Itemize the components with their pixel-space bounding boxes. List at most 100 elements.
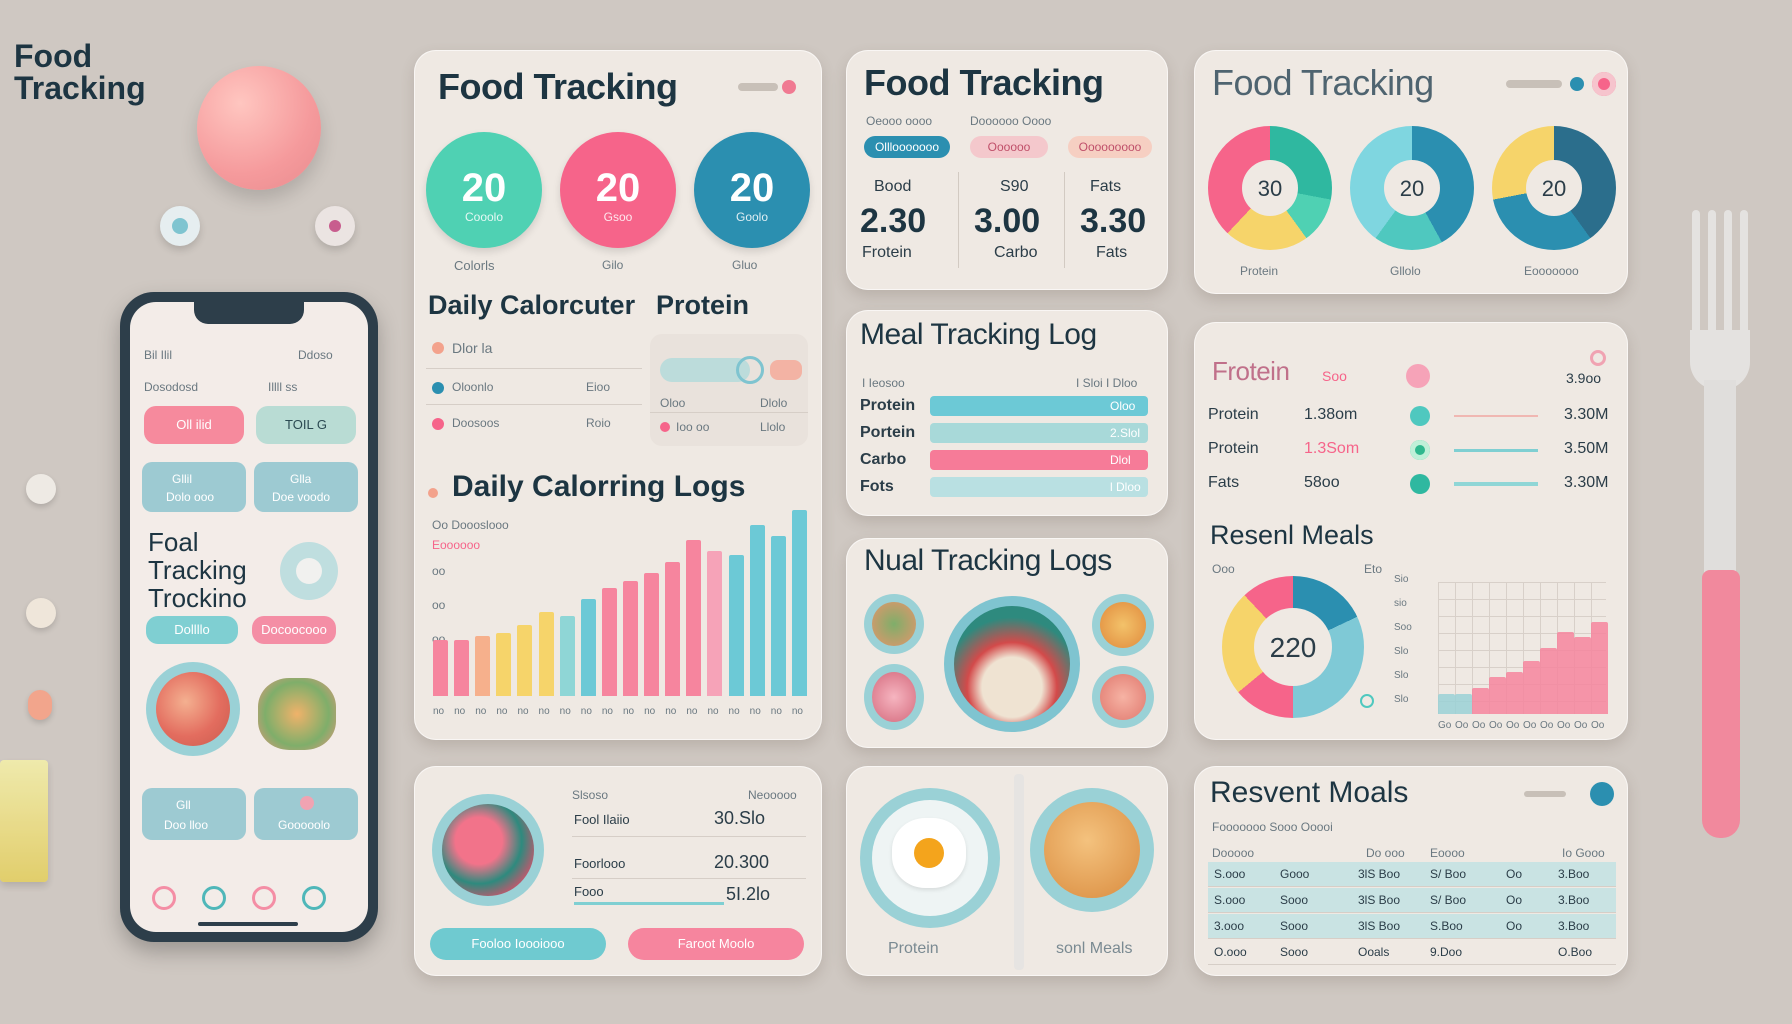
phone-nav-home-icon[interactable] bbox=[152, 886, 176, 910]
summary-pill-2[interactable]: Oooooo bbox=[970, 136, 1048, 158]
daily-row-1-label[interactable]: Dlor la bbox=[452, 340, 492, 356]
summary-tab-2[interactable]: Doooooo bbox=[970, 114, 1019, 128]
phone-pill-2[interactable]: Docoocooo bbox=[252, 616, 336, 644]
table-row[interactable]: S.ooo Gooo 3lS Boo S/ Boo Oo 3.Boo bbox=[1208, 862, 1616, 887]
summary-tab-3[interactable]: Oooo bbox=[1022, 114, 1051, 128]
entries-row-2-label[interactable]: Foorlooo bbox=[574, 856, 625, 871]
table-cell: 3lS Boo bbox=[1358, 867, 1401, 881]
protein-row-1-value: Dlolo bbox=[760, 396, 788, 410]
logs-x-tick: no bbox=[770, 706, 782, 717]
recent-bar[interactable] bbox=[1523, 661, 1540, 714]
logs-bar[interactable] bbox=[517, 625, 533, 696]
entries-button-1[interactable]: Fooloo Ioooiooo bbox=[430, 928, 606, 960]
phone-status-left: Bil Ilil bbox=[144, 348, 173, 362]
phone-bottom-card-2-icon bbox=[300, 796, 314, 810]
sugar-stat-circle[interactable]: 20 Gsoo bbox=[560, 132, 676, 248]
phone-nav-stats-icon[interactable] bbox=[202, 886, 226, 910]
recent-bar[interactable] bbox=[1574, 637, 1591, 714]
phone-check-icon[interactable] bbox=[280, 542, 338, 600]
goal-stat-circle[interactable]: 20 Goolo bbox=[694, 132, 810, 248]
logs-bar[interactable] bbox=[644, 573, 660, 696]
table-cell: Oo bbox=[1506, 893, 1523, 907]
recent-meals-donut[interactable]: 220 bbox=[1222, 576, 1364, 718]
phone-nav-log-icon[interactable] bbox=[252, 886, 276, 910]
logs-bar[interactable] bbox=[791, 510, 807, 696]
logs-bar[interactable] bbox=[454, 640, 470, 696]
recent-bar[interactable] bbox=[1489, 677, 1506, 714]
phone-bottom-card-1[interactable]: Gll Doo lloo bbox=[142, 788, 246, 840]
table-cell: Ooals bbox=[1358, 945, 1390, 959]
recent-bar-y-axis: Sio sio Soo Slo Slo Slo bbox=[1394, 574, 1420, 714]
recent-bar[interactable] bbox=[1557, 632, 1574, 714]
daily-row-2-label[interactable]: Oloonlo bbox=[452, 380, 493, 394]
logs-bar[interactable] bbox=[433, 640, 448, 696]
logs-bar[interactable] bbox=[475, 636, 491, 696]
recent-meals-controls[interactable] bbox=[1524, 782, 1614, 806]
fork-center-decoration bbox=[1014, 774, 1024, 970]
summary-tab-1[interactable]: Oeooo oooo bbox=[866, 114, 932, 128]
phone-button-1[interactable]: Oll ilid bbox=[144, 406, 244, 444]
recent-bar[interactable] bbox=[1540, 648, 1557, 714]
table-row[interactable]: O.ooo Sooo Ooals 9.Doo O.Boo bbox=[1208, 940, 1616, 965]
plate-right-label: sonl Meals bbox=[1056, 940, 1133, 957]
logs-bar[interactable] bbox=[749, 524, 765, 696]
phone-card-2[interactable]: Glla Doe voodo bbox=[254, 462, 358, 512]
logs-x-tick: no bbox=[433, 706, 445, 717]
recent-bar[interactable] bbox=[1455, 694, 1472, 714]
logs-bar[interactable] bbox=[496, 632, 512, 696]
recent-bar[interactable] bbox=[1472, 687, 1489, 714]
small-bowl-fruit-image bbox=[864, 664, 924, 730]
table-row[interactable]: S.ooo Sooo 3lS Boo S/ Boo Oo 3.Boo bbox=[1208, 888, 1616, 913]
phone-pill-1[interactable]: Dollllo bbox=[146, 616, 238, 644]
recent-x-tick: Oo bbox=[1523, 720, 1537, 731]
calories-value: 20 bbox=[461, 166, 507, 210]
entries-button-2[interactable]: Faroot Moolo bbox=[628, 928, 804, 960]
logs-bar[interactable] bbox=[686, 539, 702, 696]
entries-row-3-label[interactable]: Fooo bbox=[574, 884, 604, 899]
logs-bar[interactable] bbox=[538, 612, 554, 696]
logs-x-tick: no bbox=[665, 706, 677, 717]
small-bowl-meat-image bbox=[1092, 666, 1154, 728]
logs-bar[interactable] bbox=[770, 536, 786, 696]
macro-close-icon[interactable] bbox=[1590, 350, 1606, 366]
protein-panel: Oloo Dlolo Ioo oo Llolo bbox=[650, 334, 808, 446]
logs-bar[interactable] bbox=[623, 580, 638, 696]
phone-bottom-card-2[interactable]: Gooooolo bbox=[254, 788, 358, 840]
macro-row-3-icon bbox=[1410, 474, 1430, 494]
third-donut[interactable]: 20 bbox=[1492, 126, 1616, 250]
bread-plate-image bbox=[1030, 788, 1154, 912]
protein-chip[interactable] bbox=[770, 360, 802, 380]
recent-bar[interactable] bbox=[1438, 694, 1455, 714]
macro-row-2[interactable]: Protein 1.3Som 3.50M bbox=[1208, 434, 1616, 466]
phone-button-2[interactable]: TOIL G bbox=[256, 406, 356, 444]
window-controls[interactable] bbox=[738, 80, 798, 94]
daily-row-divider-2 bbox=[426, 404, 642, 405]
logs-bar[interactable] bbox=[728, 554, 744, 696]
juice-glass-decoration bbox=[0, 760, 48, 882]
donut-card-controls[interactable] bbox=[1506, 72, 1616, 96]
daily-calories-title: Daily Calorcuter bbox=[428, 290, 636, 320]
recent-meals-table: S.ooo Gooo 3lS Boo S/ Boo Oo 3.Boo S.ooo Sooo 3l… bbox=[1208, 862, 1616, 966]
logs-bar[interactable] bbox=[559, 616, 575, 696]
summary-pill-3[interactable]: Ooooooooo bbox=[1068, 136, 1152, 158]
table-row[interactable]: 3.ooo Sooo 3lS Boo S.Boo Oo 3.Boo bbox=[1208, 914, 1616, 939]
recent-meals-subtitle: Fooooooo Sooo Ooooi bbox=[1212, 820, 1333, 834]
entries-row-1-label[interactable]: Fool Ilaiio bbox=[574, 812, 630, 827]
second-donut[interactable]: 20 bbox=[1350, 126, 1474, 250]
phone-title: Foal Tracking Trockino bbox=[148, 528, 247, 612]
summary-pill-1[interactable]: Olllooooooo bbox=[864, 136, 950, 158]
calories-stat-circle[interactable]: 20 Cooolo bbox=[426, 132, 542, 248]
recent-bar[interactable] bbox=[1506, 671, 1523, 714]
logs-bar[interactable] bbox=[707, 550, 723, 696]
phone-nav-profile-icon[interactable] bbox=[302, 886, 326, 910]
phone-card-1[interactable]: Gllil Dolo ooo bbox=[142, 462, 246, 512]
macro-row-3[interactable]: Fats 58oo 3.30M bbox=[1208, 468, 1616, 500]
second-donut-value: 20 bbox=[1399, 176, 1425, 201]
logs-bar[interactable] bbox=[601, 588, 617, 696]
logs-bar[interactable] bbox=[665, 562, 681, 696]
recent-bar[interactable] bbox=[1591, 621, 1608, 714]
macro-row-1[interactable]: Protein 1.38om 3.30M bbox=[1208, 400, 1616, 432]
protein-donut[interactable]: 30 bbox=[1208, 126, 1332, 250]
logs-bar[interactable] bbox=[580, 599, 596, 696]
daily-row-3-label[interactable]: Doosoos bbox=[452, 416, 499, 430]
